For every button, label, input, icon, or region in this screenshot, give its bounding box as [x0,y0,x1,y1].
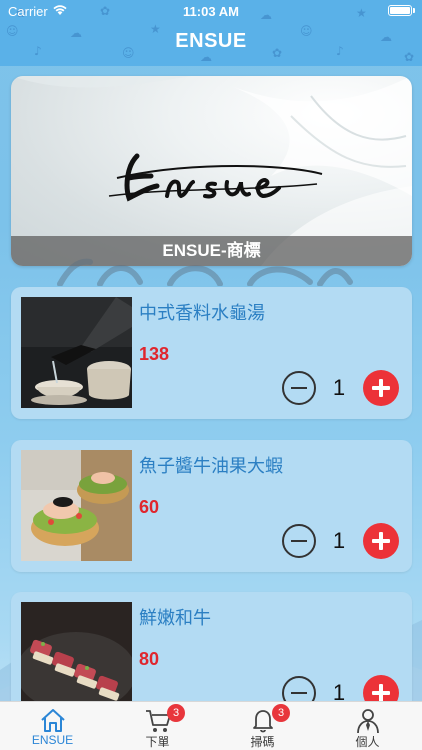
tab-label: 個人 [355,735,380,749]
product-price: 138 [139,344,170,364]
ensue-logo [108,153,323,202]
home-icon [41,709,65,732]
tab-ensue[interactable]: ENSUE [0,702,105,750]
tab-label: ENSUE [31,733,74,747]
product-name: 魚子醬牛油果大蝦 [139,456,283,476]
product-card[interactable]: 魚子醬牛油果大蝦 60 1 [11,440,412,572]
navigation-header: ☺ ♪ ☁ ✿ ☺ ★ ☁ ✿ ☺ ♪ ★ ☁ ✿ ✿ ☁ Carrier 11… [0,0,422,66]
quantity-value: 1 [332,375,346,400]
product-price: 80 [139,649,160,669]
ensue-logo-watermark [57,258,353,286]
person-icon [357,709,379,734]
increase-quantity-button[interactable] [363,675,399,701]
product-photo-soup [21,297,132,408]
decrease-quantity-button[interactable] [282,371,316,405]
battery-tip [413,8,415,13]
tab-bar: ENSUE 3 下單 3 掃碼 個人 [0,701,422,750]
tab-label: 掃碼 [250,735,275,749]
product-card[interactable]: 中式香料水龜湯 138 1 [11,287,412,419]
decrease-quantity-button[interactable] [282,524,316,558]
product-photo-prawn [21,450,132,561]
battery-icon [388,5,412,16]
status-bar: Carrier 11:03 AM [0,0,422,22]
decrease-quantity-button[interactable] [282,676,316,701]
product-price: 60 [139,497,160,517]
increase-quantity-button[interactable] [363,523,399,559]
cart-badge: 3 [167,704,185,722]
increase-quantity-button[interactable] [363,370,399,406]
status-time: 11:03 AM [183,4,239,19]
product-photo-wagyu [21,602,132,701]
tab-order[interactable]: 3 下單 [105,702,210,750]
tab-label: 下單 [145,735,170,749]
tab-profile[interactable]: 個人 [315,702,420,750]
quantity-value: 1 [332,680,346,701]
product-name: 鮮嫩和牛 [139,608,211,628]
page-title: ENSUE [175,30,247,52]
product-card[interactable]: 鮮嫩和牛 80 1 [11,592,412,701]
tab-scan[interactable]: 3 掃碼 [210,702,315,750]
scan-badge: 3 [272,704,290,722]
product-name: 中式香料水龜湯 [139,303,265,323]
brand-banner[interactable]: ENSUE-商標 [11,76,412,266]
quantity-value: 1 [332,528,346,553]
